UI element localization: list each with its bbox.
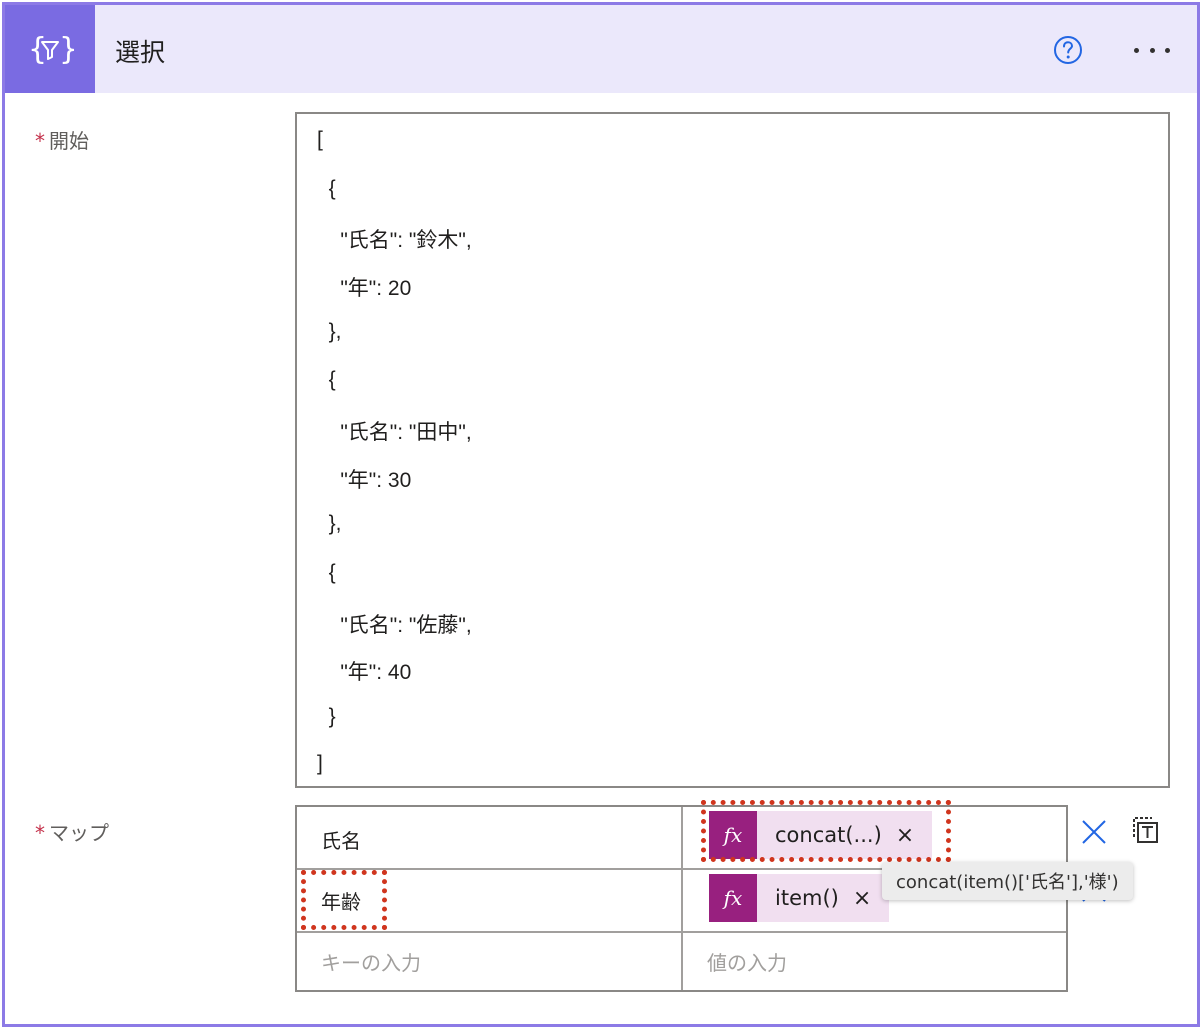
expression-token[interactable]: fx item() × [709, 874, 890, 922]
map-value-cell[interactable]: fx concat(...) × [683, 807, 1066, 870]
required-mark: * [35, 129, 45, 153]
more-ellipsis-icon[interactable] [1130, 37, 1174, 63]
json-line: "氏名": "佐藤", [317, 614, 472, 637]
json-line: { [317, 368, 336, 391]
help-circle-icon[interactable] [1052, 34, 1084, 66]
json-line: { [317, 177, 336, 200]
json-line: "氏名": "鈴木", [317, 229, 472, 252]
from-input[interactable]: [ { "氏名": "鈴木", "年": 20 }, { "氏名": "田中",… [295, 112, 1170, 788]
token-remove-icon[interactable]: × [853, 886, 871, 911]
map-key-cell[interactable]: 年齢 [297, 870, 683, 933]
action-header[interactable]: { } 選択 [5, 5, 1197, 93]
json-line: { [317, 561, 336, 584]
expression-token[interactable]: fx concat(...) × [709, 811, 933, 859]
json-line: }, [317, 512, 342, 535]
json-line: ] [317, 752, 323, 775]
map-key-text: 年齢 [321, 890, 361, 914]
token-label: concat(...) [775, 823, 882, 847]
json-line: [ [317, 128, 323, 151]
map-value-input[interactable]: 値の入力 [683, 933, 1066, 990]
fx-icon: fx [709, 811, 757, 859]
fx-icon: fx [709, 874, 757, 922]
value-placeholder: 値の入力 [707, 951, 787, 975]
json-line: "年": 40 [317, 661, 412, 684]
from-label: * 開始 [35, 125, 89, 154]
json-line: } [317, 705, 336, 728]
required-mark: * [35, 821, 45, 845]
map-label-text: マップ [49, 821, 109, 845]
json-line: }, [317, 320, 342, 343]
map-key-cell[interactable]: 氏名 [297, 807, 683, 870]
token-remove-icon[interactable]: × [896, 823, 914, 848]
token-label: item() [775, 886, 839, 910]
map-key-text: 氏名 [321, 829, 361, 853]
key-placeholder: キーの入力 [321, 951, 421, 975]
select-action-card: { } 選択 *開始 [ { "氏名": "鈴木", "年": 20 }, { [2, 2, 1200, 1027]
map-key-input[interactable]: キーの入力 [297, 933, 683, 990]
from-label-text: 開始 [49, 129, 89, 153]
map-label: * マップ [35, 817, 109, 846]
json-line: "年": 30 [317, 469, 412, 492]
svg-text:}: } [59, 32, 74, 67]
action-title: 選択 [115, 38, 166, 67]
expression-tooltip: concat(item()['氏名'],'様') [882, 862, 1133, 900]
text-mode-switch-icon[interactable] [1132, 815, 1160, 845]
json-line: "年": 20 [317, 277, 412, 300]
filter-braces-icon: { } [5, 5, 95, 93]
delete-row-icon[interactable] [1079, 817, 1109, 847]
json-line: "氏名": "田中", [317, 421, 472, 444]
svg-text:{: { [28, 32, 47, 67]
